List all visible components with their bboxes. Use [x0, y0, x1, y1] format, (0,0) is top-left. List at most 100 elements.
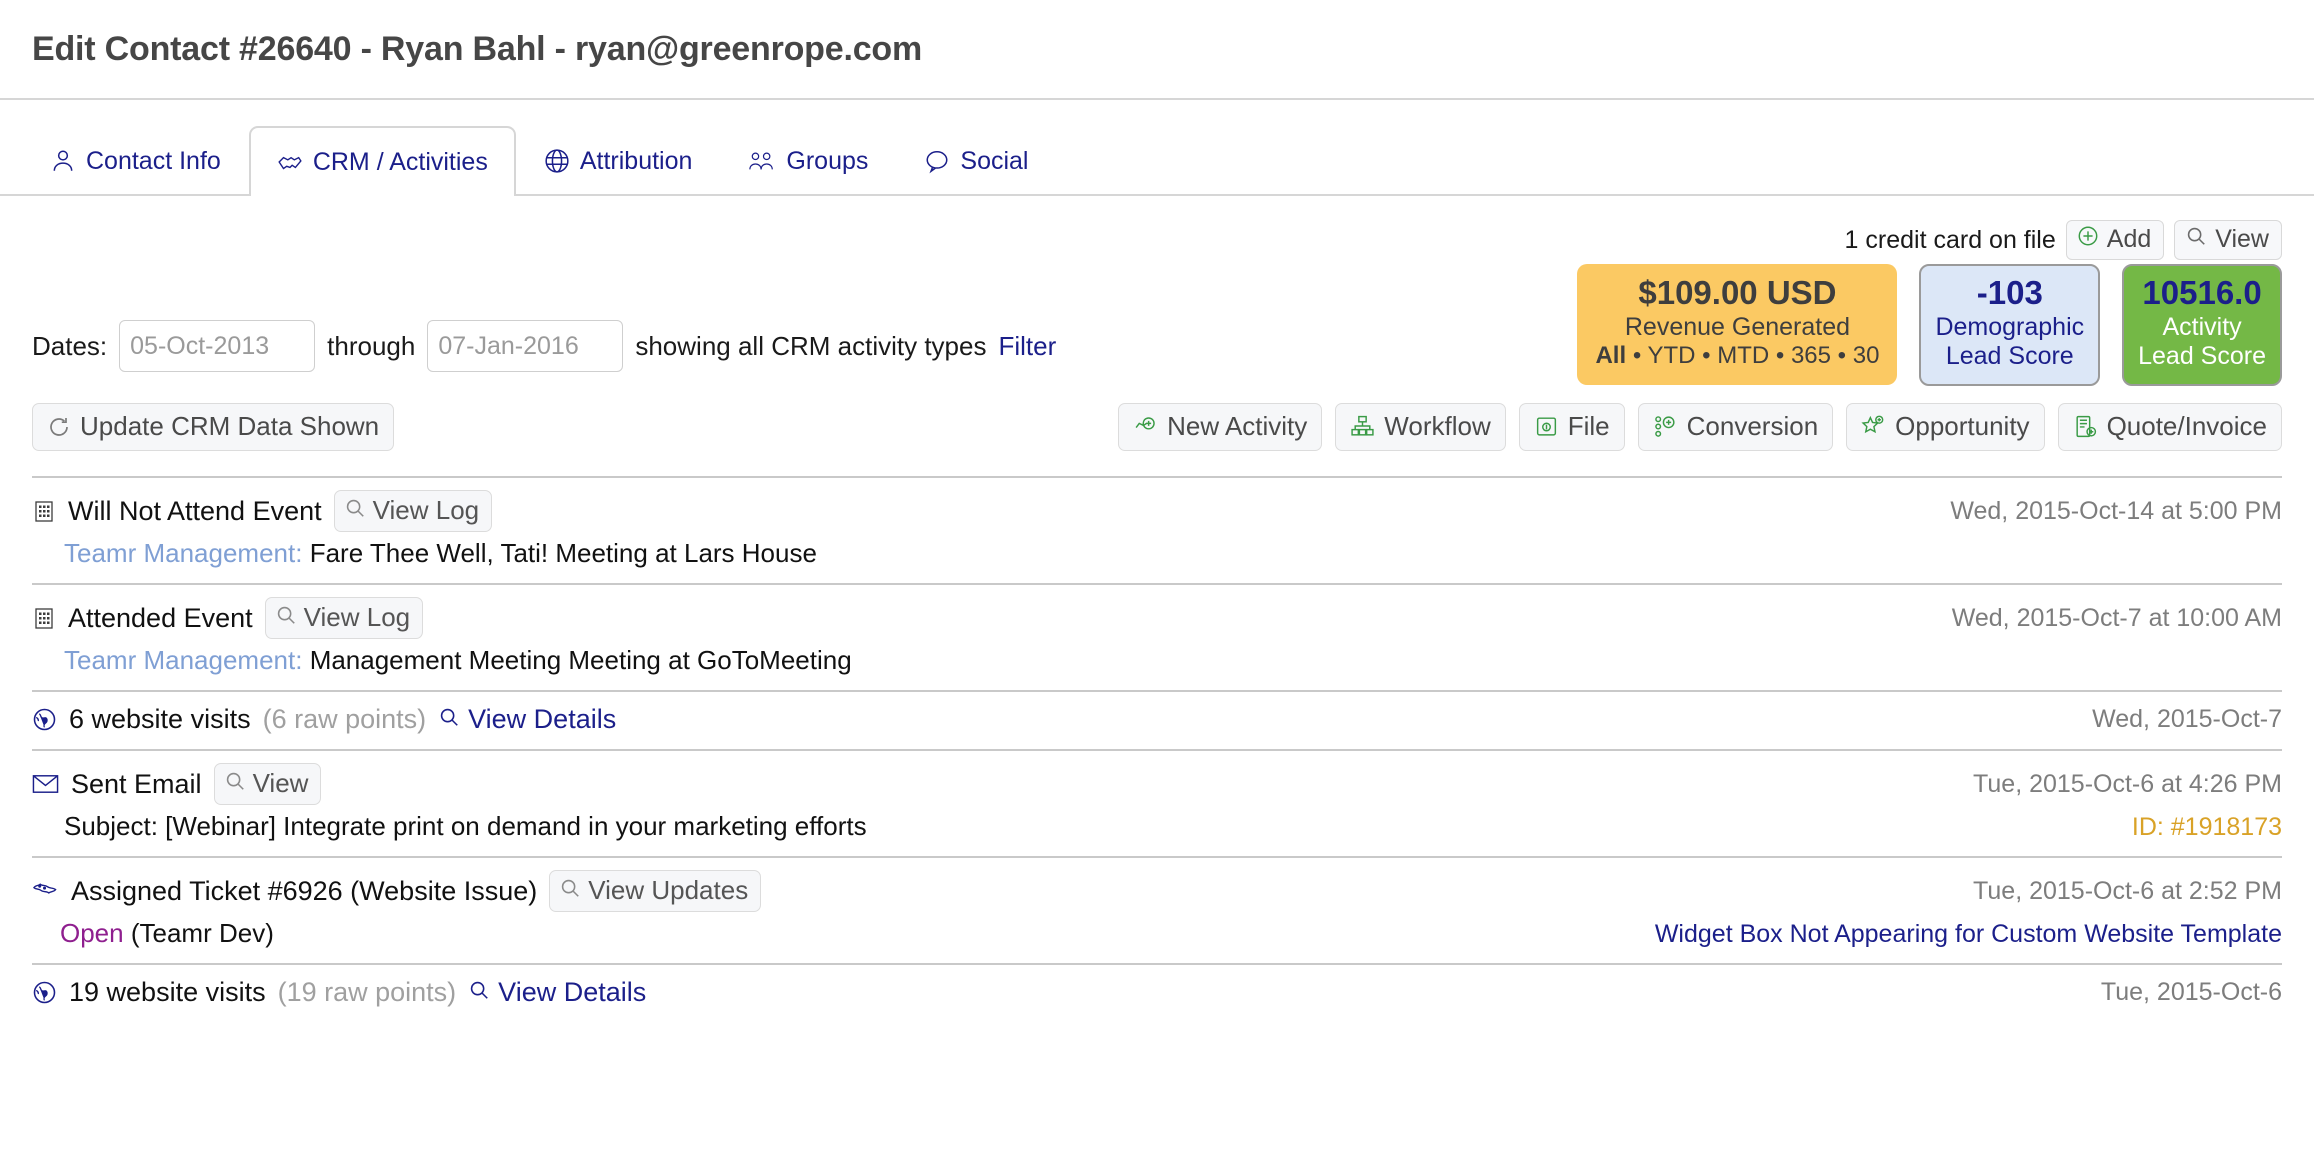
email-id: ID: #1918173 — [2131, 813, 2282, 841]
ticket-title-link[interactable]: Widget Box Not Appearing for Custom Webs… — [1655, 920, 2282, 949]
through-label: through — [327, 330, 416, 361]
page-header: Edit Contact #26640 - Ryan Bahl - ryan@g… — [0, 0, 2314, 100]
view-details-button[interactable]: View Details — [468, 977, 646, 1008]
table-row: Attended Event View Log Wed, 2015-Oct-7 … — [32, 583, 2282, 690]
view-credit-card-button[interactable]: View — [2174, 220, 2282, 260]
tab-attribution[interactable]: Attribution — [516, 126, 721, 194]
action-label: Conversion — [1686, 411, 1819, 441]
activity-date: Wed, 2015-Oct-7 at 10:00 AM — [1951, 603, 2282, 632]
search-icon — [438, 704, 460, 735]
plus-circle-icon — [2077, 225, 2099, 254]
tab-label: Groups — [786, 146, 869, 175]
tab-groups[interactable]: Groups — [720, 126, 896, 194]
conversion-icon — [1653, 414, 1678, 439]
tab-label: Social — [960, 146, 1029, 175]
activity-title: 19 website visits — [69, 977, 266, 1007]
status-badge: Open — [60, 918, 124, 948]
tab-contact-info[interactable]: Contact Info — [22, 126, 249, 194]
view-updates-button[interactable]: View Updates — [549, 870, 762, 912]
globe-icon — [32, 707, 57, 732]
dates-filter: Dates: through showing all CRM activity … — [32, 258, 1056, 372]
group-name: Teamr Management: — [64, 645, 303, 675]
revenue-range-selector[interactable]: All • YTD • MTD • 365 • 30 — [1595, 342, 1879, 370]
credit-card-text: 1 credit card on file — [1844, 225, 2056, 254]
page-title: Edit Contact #26640 - Ryan Bahl - ryan@g… — [32, 29, 923, 68]
envelope-icon — [32, 773, 59, 795]
update-crm-data-button[interactable]: Update CRM Data Shown — [32, 403, 395, 451]
action-label: File — [1567, 411, 1610, 441]
file-icon — [1534, 414, 1559, 439]
demographic-score-value: -103 — [1976, 274, 2043, 311]
range-all[interactable]: All — [1595, 342, 1626, 369]
credit-card-row: 1 credit card on file Add View — [32, 196, 2282, 260]
date-from-input[interactable] — [119, 320, 316, 372]
date-to-input[interactable] — [427, 320, 624, 372]
ticket-owner: (Teamr Dev) — [130, 918, 274, 948]
action-label: Opportunity — [1895, 411, 2030, 441]
file-button[interactable]: File — [1518, 403, 1625, 451]
raw-points: (19 raw points) — [277, 977, 457, 1007]
view-label: View — [2215, 225, 2269, 253]
workflow-icon — [1350, 414, 1375, 439]
dates-label: Dates: — [32, 330, 108, 361]
demographic-lead-score-badge: -103 Demographic Lead Score — [1919, 264, 2101, 386]
activity-date: Wed, 2015-Oct-14 at 5:00 PM — [1950, 496, 2282, 525]
crm-action-buttons: New Activity Workflow File Conversion Op… — [1118, 403, 2282, 451]
button-label: View — [252, 768, 309, 798]
activity-title: Assigned Ticket #6926 (Website Issue) — [71, 875, 538, 906]
activity-title: Sent Email — [71, 768, 202, 799]
activity-title: Will Not Attend Event — [68, 495, 322, 526]
conversion-button[interactable]: Conversion — [1637, 403, 1834, 451]
add-credit-card-button[interactable]: Add — [2065, 220, 2165, 260]
new-activity-button[interactable]: New Activity — [1118, 403, 1323, 451]
tab-label: Contact Info — [86, 146, 221, 175]
refresh-icon — [47, 415, 71, 439]
crm-activity-list: Will Not Attend Event View Log Wed, 2015… — [32, 476, 2282, 1022]
button-label: View Updates — [588, 875, 749, 905]
activity-detail: Management Meeting Meeting at GoToMeetin… — [309, 645, 852, 675]
workflow-button[interactable]: Workflow — [1335, 403, 1506, 451]
range-ytd[interactable]: YTD — [1647, 342, 1695, 369]
action-label: Workflow — [1384, 411, 1491, 441]
view-details-button[interactable]: View Details — [438, 704, 616, 735]
view-email-button[interactable]: View — [213, 763, 322, 805]
demographic-score-label-2: Lead Score — [1945, 342, 2074, 371]
revenue-amount: $109.00 USD — [1638, 274, 1837, 311]
tab-social[interactable]: Social — [896, 126, 1056, 194]
range-30[interactable]: 30 — [1853, 342, 1880, 369]
update-label: Update CRM Data Shown — [80, 411, 380, 441]
filter-link[interactable]: Filter — [998, 331, 1056, 362]
range-sep: • — [1837, 342, 1847, 370]
range-365[interactable]: 365 — [1791, 342, 1831, 369]
group-name: Teamr Management: — [64, 538, 303, 568]
person-icon — [50, 148, 76, 174]
search-icon — [468, 977, 490, 1008]
new-activity-icon — [1133, 414, 1158, 439]
crm-toolbar: Update CRM Data Shown New Activity Workf… — [32, 388, 2282, 466]
email-subject: Subject: [Webinar] Integrate print on de… — [64, 811, 867, 841]
activity-score-label-2: Lead Score — [2138, 342, 2266, 371]
search-icon — [344, 495, 366, 526]
activity-title: 6 website visits — [69, 704, 251, 734]
activity-date: Wed, 2015-Oct-7 — [2092, 705, 2282, 733]
activity-detail: Fare Thee Well, Tati! Meeting at Lars Ho… — [309, 538, 817, 568]
activity-title: Attended Event — [68, 602, 253, 633]
range-sep: • — [1775, 342, 1785, 370]
range-sep: • — [1632, 342, 1642, 370]
button-label: View Log — [372, 495, 480, 525]
opportunity-button[interactable]: Opportunity — [1846, 403, 2045, 451]
globe-icon — [544, 148, 570, 174]
calendar-icon — [32, 606, 56, 631]
view-log-button[interactable]: View Log — [264, 597, 424, 639]
activity-date: Tue, 2015-Oct-6 at 2:52 PM — [1973, 876, 2282, 905]
view-log-button[interactable]: View Log — [333, 490, 493, 532]
view-details-label: View Details — [498, 977, 647, 1007]
showing-types-text: showing all CRM activity types — [635, 330, 987, 361]
search-icon — [275, 602, 297, 633]
globe-icon — [32, 980, 57, 1005]
tab-crm-activities[interactable]: CRM / Activities — [248, 126, 516, 196]
revenue-caption: Revenue Generated — [1624, 312, 1851, 341]
filters-and-badges-row: Dates: through showing all CRM activity … — [32, 258, 2282, 388]
range-mtd[interactable]: MTD — [1717, 342, 1769, 369]
quote-invoice-button[interactable]: Quote/Invoice — [2057, 403, 2282, 451]
